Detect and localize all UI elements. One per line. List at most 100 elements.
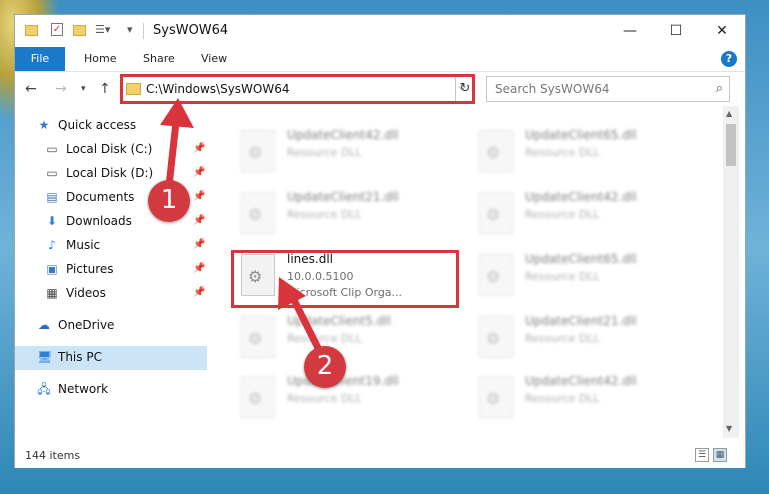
up-arrow-icon[interactable]: ↑ [99,81,111,97]
tab-share[interactable]: Share [143,47,175,71]
file-item[interactable]: ⚙ UpdateClient42.dll Resource DLL [235,124,465,182]
pin-icon[interactable]: 📌 [193,239,205,250]
file-description: Resource DLL [525,270,600,283]
gear-icon: ⚙ [486,267,501,286]
pin-icon[interactable]: 📌 [193,287,205,298]
properties-icon[interactable]: ✓ [51,23,65,39]
step-2-badge: 2 [304,346,346,388]
tab-home[interactable]: Home [84,47,116,71]
back-arrow-icon[interactable]: ← [25,81,37,97]
step-1-badge: 1 [148,180,190,222]
sidebar-item-pictures[interactable]: ▣ Pictures 📌 [15,258,207,282]
tab-view[interactable]: View [201,47,227,71]
file-name: UpdateClient21.dll [287,190,399,204]
navigation-pane: ★ Quick access ▭ Local Disk (C:) 📌 ▭ Loc… [15,106,207,438]
file-item[interactable]: ⚙ UpdateClient21.dll Resource DLL [235,186,465,244]
details-view-icon[interactable]: ☰ [695,448,709,462]
file-description: Resource DLL [287,392,362,405]
pin-icon[interactable]: 📌 [193,263,205,274]
quick-access-toolbar-icon[interactable]: ☰▾ [95,23,121,39]
address-bar-highlight [120,74,475,104]
sidebar-item-local-disk-c[interactable]: ▭ Local Disk (C:) 📌 [15,138,207,162]
sidebar-item-label: Local Disk (D:) [66,166,154,180]
pin-icon[interactable]: 📌 [193,167,205,178]
gear-icon: ⚙ [248,205,263,224]
sidebar-item-videos[interactable]: ▦ Videos 📌 [15,282,207,306]
drive-icon: ▭ [46,166,58,180]
sidebar-item-label: Pictures [66,262,114,276]
drive-icon: ▭ [46,142,58,156]
title-divider [143,23,144,39]
forward-arrow-icon[interactable]: → [55,81,67,97]
file-description: Resource DLL [287,146,362,159]
dll-file-icon: ⚙ [241,130,275,172]
folder-icon [25,23,39,39]
sidebar-item-label: Music [66,238,101,252]
documents-icon: ▤ [46,190,58,204]
dll-file-icon: ⚙ [479,254,513,296]
file-item[interactable]: ⚙ UpdateClient5.dll Resource DLL [235,310,465,368]
file-description: Resource DLL [287,208,362,221]
file-name: UpdateClient42.dll [525,190,637,204]
dll-file-icon: ⚙ [241,376,275,418]
sidebar-item-label: Videos [66,286,106,300]
file-name: UpdateClient42.dll [287,128,399,142]
tab-file[interactable]: File [15,47,65,71]
file-description: Resource DLL [525,146,600,159]
file-item[interactable]: ⚙ UpdateClient21.dll Resource DLL [473,310,703,368]
sidebar-item-label: OneDrive [58,318,115,332]
title-bar: ✓ ☰▾ ▾ SysWOW64 — ☐ ✕ [15,15,745,47]
pin-icon[interactable]: 📌 [193,215,205,226]
scroll-up-icon[interactable]: ▲ [726,109,732,118]
gear-icon: ⚙ [486,389,501,408]
file-list: ⚙ UpdateClient42.dll Resource DLL ⚙ Upda… [207,106,721,438]
computer-icon: 🖥 [37,350,53,364]
new-folder-icon[interactable] [73,23,87,39]
file-description: Resource DLL [525,392,600,405]
dll-file-icon: ⚙ [479,130,513,172]
dll-file-icon: ⚙ [479,376,513,418]
gear-icon: ⚙ [248,143,263,162]
sidebar-item-quick-access[interactable]: ★ Quick access [15,114,207,138]
search-input[interactable]: Search SysWOW64 ⌕ [486,76,730,102]
sidebar-item-label: Documents [66,190,135,204]
navigation-bar: ← → ▾ ↑ C:\Windows\SysWOW64 ⌵ ↻ Search S… [15,72,745,106]
scrollbar-thumb[interactable] [726,124,736,166]
pin-icon[interactable]: 📌 [193,143,205,154]
sidebar-item-label: Network [58,382,109,396]
sidebar-item-label: Local Disk (C:) [66,142,153,156]
maximize-button[interactable]: ☐ [653,15,699,47]
gear-icon: ⚙ [486,205,501,224]
file-item[interactable]: ⚙ UpdateClient42.dll Resource DLL [473,370,703,428]
status-bar: 144 items ☰ ▦ [15,444,745,468]
scroll-down-icon[interactable]: ▼ [726,424,732,433]
sidebar-item-onedrive[interactable]: ☁ OneDrive [15,314,207,338]
dll-file-icon: ⚙ [241,316,275,358]
file-item[interactable]: ⚙ UpdateClient19.dll Resource DLL [235,370,465,428]
large-icons-view-icon[interactable]: ▦ [713,448,727,462]
dll-file-icon: ⚙ [241,192,275,234]
pin-icon[interactable]: 📌 [193,191,205,202]
star-icon: ★ [38,118,50,132]
gear-icon: ⚙ [486,329,501,348]
music-icon: ♪ [48,238,56,252]
file-item[interactable]: ⚙ UpdateClient65.dll Resource DLL [473,124,703,182]
file-item[interactable]: ⚙ UpdateClient42.dll Resource DLL [473,186,703,244]
file-name: UpdateClient5.dll [287,314,391,328]
help-icon[interactable]: ? [721,51,737,67]
minimize-button[interactable]: — [607,15,653,47]
sidebar-item-music[interactable]: ♪ Music 📌 [15,234,207,258]
customize-toolbar-icon[interactable]: ▾ [127,23,137,39]
gear-icon: ⚙ [486,143,501,162]
recent-locations-icon[interactable]: ▾ [81,84,86,94]
search-placeholder: Search SysWOW64 [495,82,610,96]
search-icon: ⌕ [715,81,723,96]
sidebar-item-this-pc[interactable]: 🖥 This PC [15,346,207,370]
sidebar-item-network[interactable]: 🖧 Network [15,378,207,402]
network-icon: 🖧 [37,382,51,396]
close-button[interactable]: ✕ [699,15,745,47]
file-description: Resource DLL [525,208,600,221]
file-name: UpdateClient65.dll [525,252,637,266]
vertical-scrollbar[interactable]: ▲ ▼ [723,106,739,438]
file-item[interactable]: ⚙ UpdateClient65.dll Resource DLL [473,248,703,306]
